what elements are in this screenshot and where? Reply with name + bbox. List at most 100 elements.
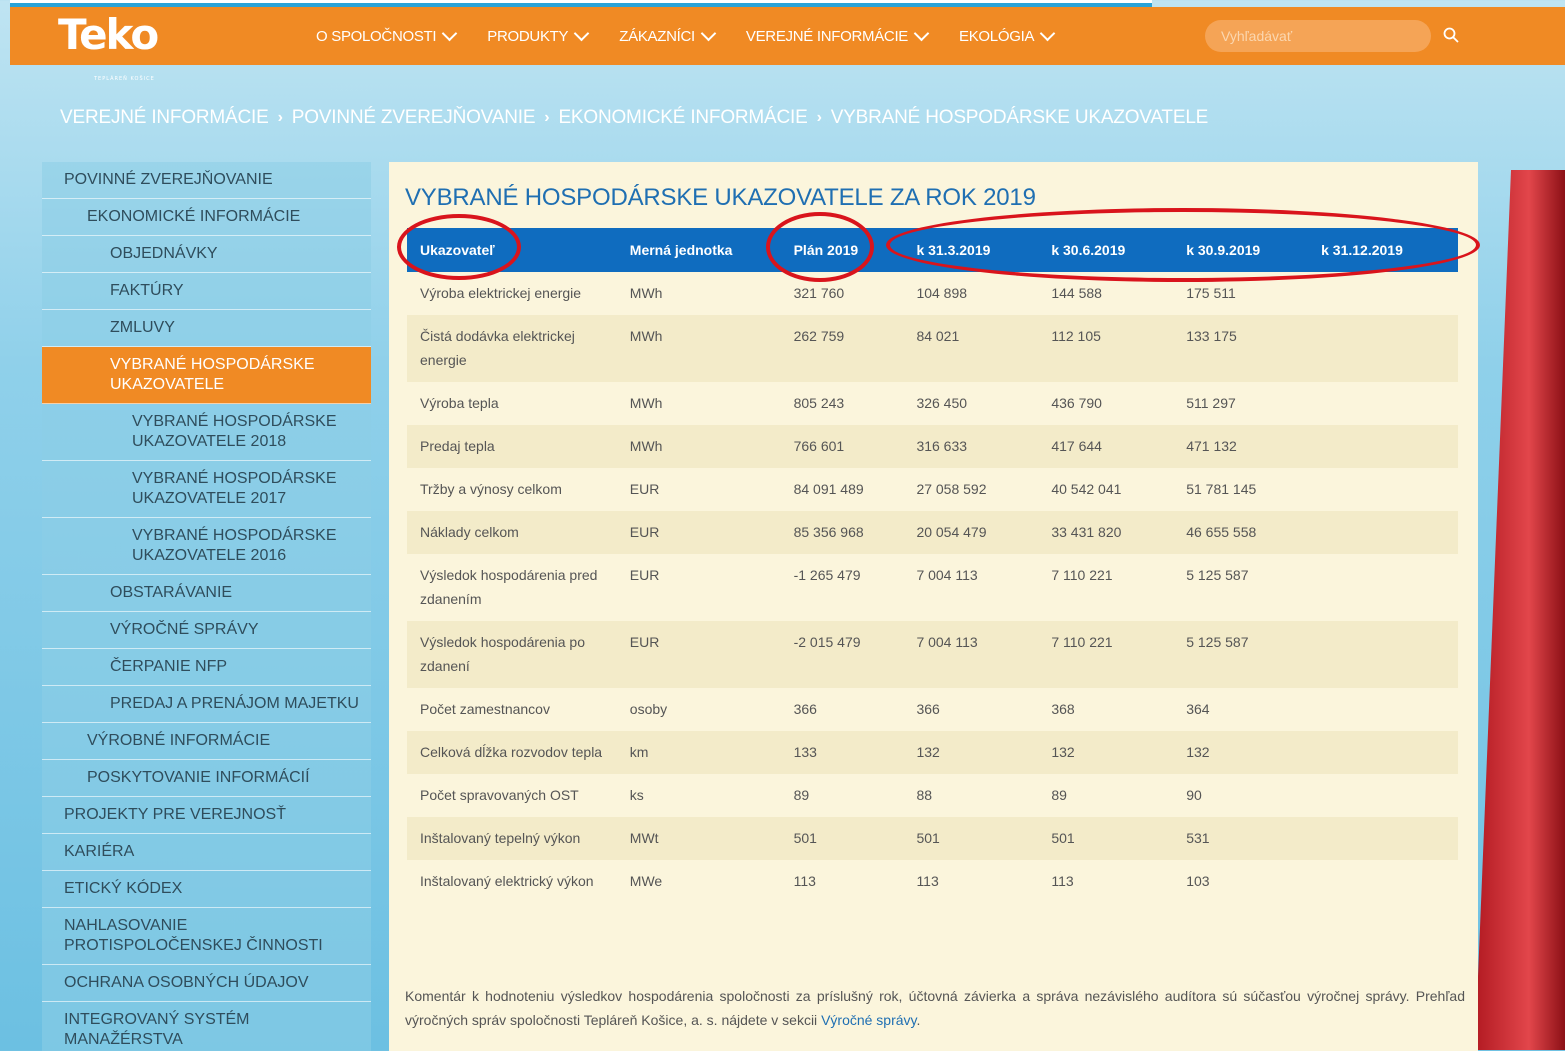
table-cell: 113 (1051, 873, 1074, 889)
table-row: Výroba elektrickej energie MWh 321 760 104 … (407, 272, 1458, 315)
sidebar-item-predaj-prenajom[interactable]: PREDAJ A PRENÁJOM MAJETKU (42, 686, 371, 723)
table-cell: Počet zamestnancov (420, 701, 550, 717)
sidebar-item-kariera[interactable]: KARIÉRA (42, 834, 371, 871)
table-cell: MWt (629, 830, 659, 846)
teko-logo[interactable]: Teko TEPLÁREŇ KOŠICE (58, 13, 188, 83)
comment-text: Komentár k hodnoteniu výsledkov hospodár… (405, 988, 1465, 1028)
table-cell: 89 (793, 787, 810, 803)
table-cell: 501 (793, 830, 817, 846)
table-cell: EUR (629, 634, 660, 650)
table-cell: 132 (916, 744, 940, 760)
table-cell: 144 588 (1051, 285, 1102, 301)
table-cell (1308, 315, 1458, 382)
table-cell: 501 (916, 830, 940, 846)
breadcrumb-item-current: VYBRANÉ HOSPODÁRSKE UKAZOVATELE (830, 107, 1209, 128)
table-cell: km (629, 744, 649, 760)
table-cell: 511 297 (1186, 395, 1236, 411)
header-q1: k 31.3.2019 (903, 228, 1039, 272)
sidebar-item-ukazovatele-2016[interactable]: VYBRANÉ HOSPODÁRSKE UKAZOVATELE 2016 (42, 518, 371, 575)
table-cell: 112 105 (1051, 328, 1101, 344)
table-cell: Inštalovaný elektrický výkon (420, 873, 594, 889)
table-cell: 84 021 (916, 328, 960, 344)
table-cell: Výsledok hospodárenia po zdanení (420, 634, 586, 674)
table-cell: 7 004 113 (916, 567, 978, 583)
sidebar-item-zmluvy[interactable]: ZMLUVY (42, 310, 371, 347)
chevron-down-icon (1039, 25, 1056, 41)
breadcrumb-separator-icon: › (816, 109, 822, 126)
nav-item-ekologia[interactable]: EKOLÓGIA (959, 25, 1056, 45)
sidebar-item-faktury[interactable]: FAKTÚRY (42, 273, 371, 310)
search-input[interactable] (1205, 20, 1431, 52)
table-cell: 366 (916, 701, 940, 717)
nav-label: PRODUKTY (487, 27, 569, 45)
indicators-table: Ukazovateľ Merná jednotka Plán 2019 k 31… (407, 228, 1458, 903)
table-cell: 364 (1186, 701, 1210, 717)
breadcrumb-item-verejne-informacie[interactable]: VEREJNÉ INFORMÁCIE (60, 107, 269, 129)
table-cell: 7 110 221 (1051, 567, 1113, 583)
table-cell: 531 (1186, 830, 1210, 846)
nav-item-zakaznici[interactable]: ZÁKAZNÍCI (619, 25, 717, 45)
sidebar-item-objednavky[interactable]: OBJEDNÁVKY (42, 236, 371, 273)
breadcrumb-item-povinne-zverejnovanie[interactable]: POVINNÉ ZVEREJŇOVANIE (292, 107, 536, 129)
header-ukazovatel: Ukazovateľ (407, 228, 617, 272)
nav-item-produkty[interactable]: PRODUKTY (487, 25, 590, 45)
breadcrumb-separator-icon: › (277, 109, 283, 126)
table-cell: 88 (916, 787, 933, 803)
table-cell: osoby (629, 701, 668, 717)
table-cell: Výroba tepla (420, 395, 499, 411)
table-cell (1308, 425, 1458, 468)
nav-label: ZÁKAZNÍCI (619, 27, 695, 45)
breadcrumb-item-ekonomicke-informacie[interactable]: EKONOMICKÉ INFORMÁCIE (558, 107, 807, 129)
header-q4: k 31.12.2019 (1308, 228, 1458, 272)
table-cell: MWh (629, 395, 663, 411)
comment-end: . (916, 1012, 921, 1028)
chevron-down-icon (442, 25, 458, 41)
table-row: Tržby a výnosy celkom EUR 84 091 489 27 058… (407, 468, 1458, 511)
sidebar-item-ukazovatele-2017[interactable]: VYBRANÉ HOSPODÁRSKE UKAZOVATELE 2017 (42, 461, 371, 518)
sidebar-item-vyrocne-spravy[interactable]: VÝROČNÉ SPRÁVY (42, 612, 371, 649)
table-cell (1308, 272, 1458, 315)
table-row: Počet zamestnancov osoby 366 366 368 364 (407, 688, 1458, 731)
sidebar-item-obstaravanie[interactable]: OBSTARÁVANIE (42, 575, 371, 612)
sidebar-item-nahlasovanie[interactable]: NAHLASOVANIE PROTISPOLOČENSKEJ ČINNOSTI (42, 908, 371, 965)
table-cell: 417 644 (1051, 438, 1102, 454)
page-title: VYBRANÉ HOSPODÁRSKE UKAZOVATELE ZA ROK 2… (405, 184, 1036, 211)
table-cell: Výsledok hospodárenia pred zdanením (420, 567, 598, 607)
table-row: Celková dĺžka rozvodov tepla km 133 132 132 1… (407, 731, 1458, 774)
search-icon[interactable] (1443, 27, 1459, 43)
table-cell: 175 511 (1186, 285, 1236, 301)
sidebar-item-poskytovanie-informacii[interactable]: POSKYTOVANIE INFORMÁCIÍ (42, 760, 371, 797)
table-row: Výsledok hospodárenia po zdanení EUR -2 01… (407, 621, 1458, 688)
table-row: Počet spravovaných OST ks 89 88 89 90 (407, 774, 1458, 817)
nav-label: VEREJNÉ INFORMÁCIE (745, 27, 909, 45)
nav-item-verejne-informacie[interactable]: VEREJNÉ INFORMÁCIE (745, 25, 930, 45)
sidebar-item-eticky-kodex[interactable]: ETICKÝ KÓDEX (42, 871, 371, 908)
sidebar-item-cerpanie-nfp[interactable]: ČERPANIE NFP (42, 649, 371, 686)
table-cell: 90 (1186, 787, 1202, 803)
sidebar-item-integrovany-system[interactable]: INTEGROVANÝ SYSTÉM MANAŽÉRSTVA (42, 1002, 371, 1051)
sidebar-item-vyrobne-informacie[interactable]: VÝROBNÉ INFORMÁCIE (42, 723, 371, 760)
table-cell: 5 125 587 (1186, 567, 1249, 583)
sidebar-item-ochrana-udajov[interactable]: OCHRANA OSOBNÝCH ÚDAJOV (42, 965, 371, 1002)
table-row: Predaj tepla MWh 766 601 316 633 417 644 471 … (407, 425, 1458, 468)
sidebar-item-vybrane-ukazovatele-active[interactable]: VYBRANÉ HOSPODÁRSKE UKAZOVATELE (42, 347, 371, 404)
table-cell: Výroba elektrickej energie (420, 285, 582, 301)
table-cell: 103 (1186, 873, 1210, 889)
table-cell: 5 125 587 (1186, 634, 1249, 650)
sidebar-item-projekty[interactable]: PROJEKTY PRE VEREJNOSŤ (42, 797, 371, 834)
sidebar-item-ukazovatele-2018[interactable]: VYBRANÉ HOSPODÁRSKE UKAZOVATELE 2018 (42, 404, 371, 461)
table-cell (1308, 731, 1458, 774)
table-cell: 366 (793, 701, 817, 717)
sidebar-item-povinne-zverejnovanie[interactable]: POVINNÉ ZVEREJŇOVANIE (42, 162, 371, 199)
table-cell: Náklady celkom (420, 524, 519, 540)
sidebar-item-ekonomicke-informacie[interactable]: EKONOMICKÉ INFORMÁCIE (42, 199, 371, 236)
vyrocne-spravy-link[interactable]: Výročné správy (821, 1012, 916, 1028)
table-cell: 133 (793, 744, 817, 760)
logo-subtext: TEPLÁREŇ KOŠICE (94, 76, 155, 82)
nav-item-o-spolocnosti[interactable]: O SPOLOČNOSTI (316, 25, 458, 45)
table-cell: MWh (629, 285, 663, 301)
table-cell: 471 132 (1186, 438, 1237, 454)
table-cell: 46 655 558 (1186, 524, 1257, 540)
breadcrumb-separator-icon: › (544, 109, 550, 126)
site-header: Teko TEPLÁREŇ KOŠICE O SPOLOČNOSTI PRODU… (10, 7, 1565, 83)
